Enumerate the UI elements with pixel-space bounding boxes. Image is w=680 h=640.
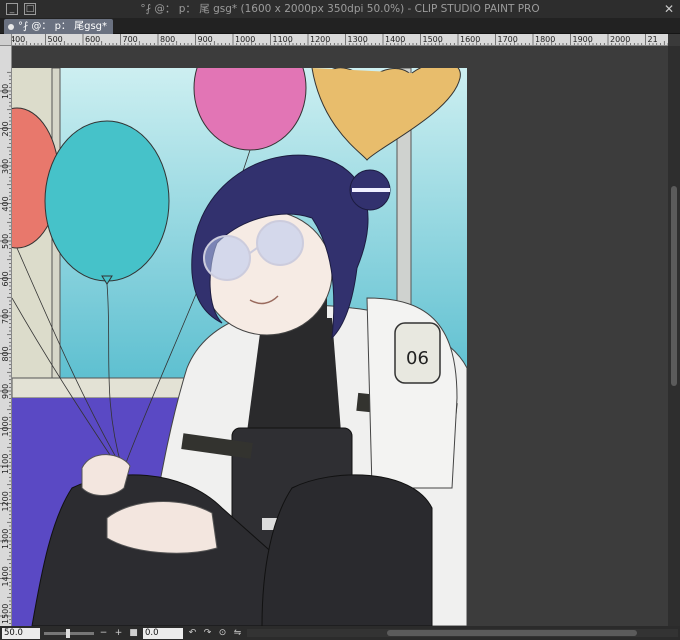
minus-icon[interactable]: − [98, 628, 109, 639]
badge-number: 06 [406, 348, 429, 369]
ruler-label: 1300 [348, 35, 368, 44]
status-bar: 50.0 − + ■ 0.0 ↶ ↷ ⊙ ⇋ [0, 626, 680, 640]
document-tab-label: °⨏ @： p： 尾gsg* [18, 21, 107, 32]
ruler-label: 1800 [535, 35, 555, 44]
ruler-label: 1600 [460, 35, 480, 44]
rotate-right-icon[interactable]: ↷ [202, 628, 213, 639]
ruler-label: 1000 [235, 35, 255, 44]
ruler-label: 1300 [1, 529, 10, 549]
close-button[interactable]: ✕ [662, 2, 676, 16]
rotate-left-icon[interactable]: ↶ [187, 628, 198, 639]
canvas-workspace[interactable]: 06 [12, 46, 668, 626]
illustration: 06 [12, 68, 467, 626]
ruler-label: 600 [1, 271, 10, 286]
ruler-label: 500 [1, 234, 10, 249]
ruler-corner [0, 34, 12, 46]
minimize-button[interactable]: _ [6, 3, 18, 15]
ruler-label: 200 [1, 121, 10, 136]
ruler-label: 500 [48, 35, 63, 44]
ruler-label: 300 [1, 159, 10, 174]
fit-icon[interactable]: ■ [128, 628, 139, 639]
hand-left [81, 454, 131, 496]
horizontal-scrollbar-thumb[interactable] [387, 630, 637, 636]
window-title: °⨏ @： p： 尾 gsg* (1600 x 2000px 350dpi 50… [140, 3, 540, 15]
ruler-label: 1400 [385, 35, 405, 44]
horizontal-ruler-ticks: 400 500 600 700 800 900 1000 1100 1200 1300 1400 15… [12, 34, 668, 45]
ruler-label: 800 [1, 346, 10, 361]
ruler-label: 21 [648, 35, 658, 44]
ruler-label: 1500 [1, 604, 10, 624]
ruler-label: 700 [1, 309, 10, 324]
reset-icon[interactable]: ⊙ [217, 628, 228, 639]
hand-right [106, 501, 218, 554]
ruler-label: 1500 [423, 35, 443, 44]
ruler-label: 600 [85, 35, 100, 44]
ruler-label: 700 [123, 35, 138, 44]
glasses-right-lens [256, 220, 304, 266]
ruler-label: 400 [12, 35, 25, 44]
vertical-ruler-ticks: 100 200 300 400 500 600 700 800 900 1000 1100 1200 1… [0, 71, 11, 624]
zoom-input[interactable]: 50.0 [2, 627, 40, 639]
ruler-label: 1400 [1, 566, 10, 586]
vertical-scrollbar-thumb[interactable] [671, 186, 677, 386]
balloon-teal [44, 120, 170, 282]
document-tab[interactable]: °⨏ @： p： 尾gsg* [4, 19, 113, 34]
ruler-label: 900 [1, 384, 10, 399]
zoom-slider-knob[interactable] [66, 628, 70, 638]
ruler-label: 400 [1, 196, 10, 211]
maximize-button[interactable]: □ [24, 3, 36, 15]
horizontal-ruler[interactable]: 400 500 600 700 800 900 1000 1100 1200 1300 1400 15… [12, 34, 668, 46]
ruler-label: 1100 [273, 35, 293, 44]
tab-status-icon [8, 23, 14, 30]
plus-icon[interactable]: + [113, 628, 124, 639]
canvas-artwork[interactable]: 06 [12, 68, 467, 626]
ruler-label: 900 [198, 35, 213, 44]
ruler-label: 1200 [310, 35, 330, 44]
window-controls: _ □ [0, 3, 36, 15]
ruler-label: 100 [1, 84, 10, 99]
ruler-label: 2000 [610, 35, 630, 44]
vertical-ruler[interactable]: 100 200 300 400 500 600 700 800 900 1000 1100 1200 1… [0, 46, 12, 626]
ruler-label: 1100 [1, 454, 10, 474]
ruler-label: 1900 [573, 35, 593, 44]
document-tab-bar: °⨏ @： p： 尾gsg* [0, 18, 680, 34]
flip-icon[interactable]: ⇋ [232, 628, 243, 639]
title-bar: _ □ °⨏ @： p： 尾 gsg* (1600 x 2000px 350dp… [0, 0, 680, 18]
ruler-label: 1700 [498, 35, 518, 44]
vertical-scrollbar[interactable] [668, 46, 680, 626]
ruler-label: 1200 [1, 491, 10, 511]
rotation-input[interactable]: 0.0 [143, 627, 183, 639]
glasses-left-lens [203, 235, 251, 281]
ruler-label: 800 [160, 35, 175, 44]
zoom-slider[interactable] [44, 628, 94, 638]
horizontal-scrollbar[interactable] [247, 629, 678, 637]
ruler-label: 1000 [1, 416, 10, 436]
